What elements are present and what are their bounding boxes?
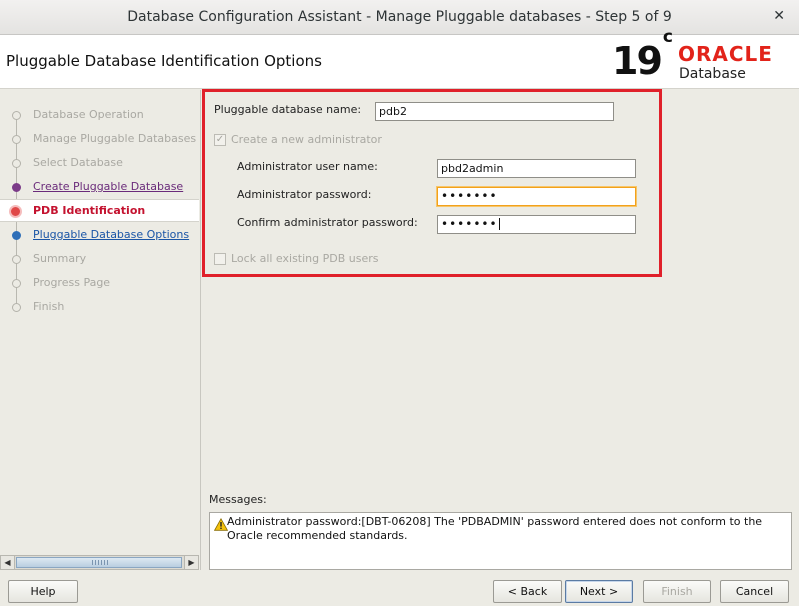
nav-step-label: Select Database	[33, 156, 123, 169]
nav-step-manage-pdbs: Manage Pluggable Databases	[0, 128, 199, 150]
logo-product: Database	[679, 66, 746, 82]
help-button[interactable]: Help	[8, 580, 78, 603]
nav-step-label: Summary	[33, 252, 87, 265]
messages-label: Messages:	[209, 493, 267, 506]
nav-step-label: PDB Identification	[33, 204, 146, 217]
nav-step-label[interactable]: Pluggable Database Options	[33, 228, 189, 241]
step-dot-icon	[12, 183, 21, 192]
oracle-logo: 19c ORACLE Database	[612, 27, 792, 85]
cancel-button[interactable]: Cancel	[720, 580, 789, 603]
step-dot-icon	[12, 303, 21, 312]
next-button[interactable]: Next >	[565, 580, 633, 603]
nav-step-label: Database Operation	[33, 108, 144, 121]
step-navigation: Database Operation Manage Pluggable Data…	[0, 90, 199, 555]
scroll-right-icon[interactable]: ▶	[184, 556, 198, 569]
nav-step-pdb-identification: PDB Identification	[0, 199, 199, 222]
nav-step-create-pdb[interactable]: Create Pluggable Database	[0, 176, 199, 198]
step-dot-icon	[12, 279, 21, 288]
finish-button: Finish	[643, 580, 711, 603]
logo-version: 19c	[612, 27, 673, 83]
scrollbar-thumb[interactable]	[16, 557, 182, 568]
nav-horizontal-scrollbar[interactable]: ◀ ▶	[0, 555, 199, 570]
step-dot-icon	[12, 135, 21, 144]
messages-box: Administrator password:[DBT-06208] The '…	[209, 512, 792, 570]
step-dot-icon	[12, 111, 21, 120]
nav-step-select-database: Select Database	[0, 152, 199, 174]
nav-step-progress: Progress Page	[0, 272, 199, 294]
close-icon[interactable]: ✕	[773, 8, 785, 24]
warning-icon	[214, 518, 228, 531]
nav-step-label[interactable]: Create Pluggable Database	[33, 180, 183, 193]
scroll-left-icon[interactable]: ◀	[1, 556, 15, 569]
nav-step-summary: Summary	[0, 248, 199, 270]
step-dot-icon	[12, 255, 21, 264]
annotation-highlight-box	[202, 89, 662, 277]
back-button[interactable]: < Back	[493, 580, 562, 603]
grip-icon	[92, 560, 108, 565]
current-step-icon	[9, 205, 22, 218]
step-dot-icon	[12, 159, 21, 168]
nav-step-pdb-options[interactable]: Pluggable Database Options	[0, 224, 199, 246]
nav-step-label: Progress Page	[33, 276, 111, 289]
message-text: Administrator password:[DBT-06208] The '…	[227, 515, 763, 542]
page-title: Pluggable Database Identification Option…	[6, 52, 322, 70]
window-titlebar: Database Configuration Assistant - Manag…	[0, 0, 799, 35]
nav-step-database-operation: Database Operation	[0, 104, 199, 126]
nav-step-label: Finish	[33, 300, 65, 313]
step-dot-icon	[12, 231, 21, 240]
logo-brand: ORACLE	[678, 42, 773, 66]
nav-step-finish: Finish	[0, 296, 199, 318]
window-title: Database Configuration Assistant - Manag…	[127, 9, 672, 25]
page-header: Pluggable Database Identification Option…	[0, 27, 799, 89]
nav-step-label: Manage Pluggable Databases	[33, 132, 197, 145]
